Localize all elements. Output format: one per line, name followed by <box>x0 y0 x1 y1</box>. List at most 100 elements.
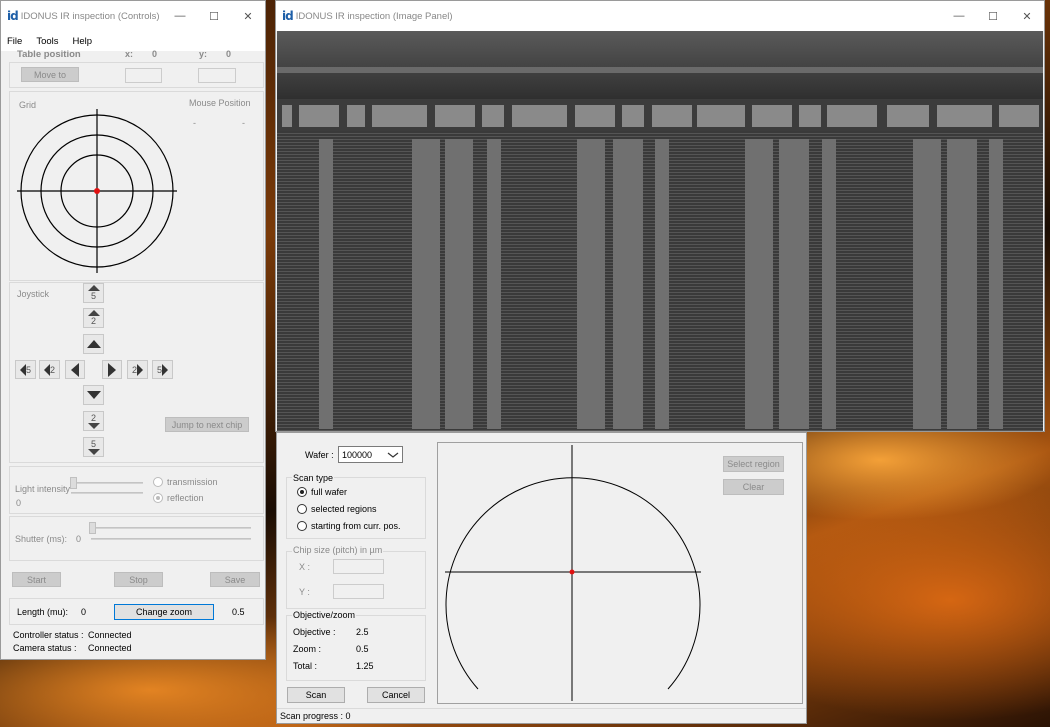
light-intensity-value: 0 <box>16 498 22 508</box>
menu-bar: File Tools Help <box>1 31 265 51</box>
chevron-down-icon <box>387 452 399 458</box>
change-zoom-button[interactable]: Change zoom <box>114 604 214 620</box>
arrow-right-icon <box>108 362 116 377</box>
x-label: x: <box>125 49 134 59</box>
chip-x-label: X : <box>299 562 311 572</box>
move-x-input[interactable] <box>125 68 162 83</box>
shutter-track-lower <box>91 538 251 540</box>
joystick-up-2-button[interactable]: 2 <box>83 308 104 328</box>
controller-status-value: Connected <box>88 630 132 640</box>
full-wafer-radio[interactable] <box>297 487 307 497</box>
step-2-text: 2 <box>49 364 55 375</box>
maximize-button[interactable]: ☐ <box>976 1 1010 31</box>
starting-from-curr-pos-radio[interactable] <box>297 521 307 531</box>
save-button[interactable]: Save <box>210 572 260 587</box>
move-to-button[interactable]: Move to <box>21 67 79 82</box>
joystick-down-button[interactable] <box>83 385 104 405</box>
chip-x-input[interactable] <box>333 559 384 574</box>
idonus-logo-icon: id <box>282 9 294 23</box>
wafer-map[interactable] <box>438 443 708 703</box>
joystick-left-button[interactable] <box>65 360 85 379</box>
chip-size-label: Chip size (pitch) in µm <box>292 545 384 555</box>
joystick-down-2-button[interactable]: 2 <box>83 411 104 431</box>
arrow-right-icon <box>137 363 143 376</box>
light-intensity-label: Light intensity <box>15 484 71 494</box>
joystick-up-5-button[interactable]: 5 <box>83 283 104 303</box>
idonus-logo-icon: id <box>7 9 19 23</box>
transmission-label: transmission <box>167 477 218 487</box>
menu-tools[interactable]: Tools <box>36 36 58 47</box>
joystick-down-5-button[interactable]: 5 <box>83 437 104 457</box>
menu-file[interactable]: File <box>7 36 22 47</box>
scan-status-bar: Scan progress : 0 <box>277 708 806 723</box>
arrow-right-icon <box>162 363 168 376</box>
shutter-track[interactable] <box>91 527 251 529</box>
controls-titlebar[interactable]: id IDONUS IR inspection (Controls) — ☐ ✕ <box>1 1 265 31</box>
select-region-button[interactable]: Select region <box>723 456 784 472</box>
joystick-right-2-button[interactable]: 2 <box>127 360 148 379</box>
x-value: 0 <box>152 49 158 59</box>
light-intensity-track[interactable] <box>71 482 143 484</box>
arrow-down-icon <box>86 391 101 399</box>
step-5-text: 5 <box>90 439 96 449</box>
mouse-position-label: Mouse Position <box>189 98 251 108</box>
joystick-left-5-button[interactable]: 5 <box>15 360 36 379</box>
joystick-label: Joystick <box>17 289 50 299</box>
total-value: 1.25 <box>356 661 374 671</box>
starting-from-curr-pos-label: starting from curr. pos. <box>311 521 401 531</box>
zoom-label: Zoom : <box>293 644 322 654</box>
image-panel-titlebar[interactable]: id IDONUS IR inspection (Image Panel) — … <box>276 1 1044 31</box>
full-wafer-label: full wafer <box>311 487 348 497</box>
selected-regions-radio[interactable] <box>297 504 307 514</box>
wafer-select-value: 100000 <box>342 449 373 460</box>
controller-status-label: Controller status : <box>13 630 84 640</box>
selected-regions-label: selected regions <box>311 504 377 514</box>
length-value: 0 <box>81 607 87 617</box>
menu-help[interactable]: Help <box>73 36 93 47</box>
objective-label: Objective : <box>293 627 336 637</box>
reflection-radio[interactable] <box>153 493 163 503</box>
cancel-button[interactable]: Cancel <box>367 687 425 703</box>
chip-y-input[interactable] <box>333 584 384 599</box>
jump-to-next-chip-button[interactable]: Jump to next chip <box>165 417 249 432</box>
step-5-text: 5 <box>90 291 96 301</box>
joystick-up-button[interactable] <box>83 334 104 354</box>
length-label: Length (mu): <box>17 607 69 617</box>
zoom-value: 0.5 <box>232 607 245 617</box>
clear-button[interactable]: Clear <box>723 479 784 495</box>
close-button[interactable]: ✕ <box>1010 1 1044 31</box>
ir-camera-image[interactable] <box>277 31 1043 431</box>
controls-window: id IDONUS IR inspection (Controls) — ☐ ✕… <box>0 0 266 660</box>
reflection-label: reflection <box>167 493 204 503</box>
minimize-button[interactable]: — <box>163 1 197 31</box>
step-2-text: 2 <box>90 413 96 423</box>
grid-target[interactable] <box>15 107 181 275</box>
start-button[interactable]: Start <box>12 572 61 587</box>
maximize-button[interactable]: ☐ <box>197 1 231 31</box>
minimize-button[interactable]: — <box>942 1 976 31</box>
move-y-input[interactable] <box>198 68 236 83</box>
controls-window-title: IDONUS IR inspection (Controls) <box>20 10 160 22</box>
mouse-position-y: - <box>242 118 245 128</box>
scan-button[interactable]: Scan <box>287 687 345 703</box>
joystick-left-2-button[interactable]: 2 <box>39 360 60 379</box>
scan-progress-text: Scan progress : 0 <box>280 711 351 721</box>
chip-y-label: Y : <box>299 587 310 597</box>
mouse-position-x: - <box>193 118 196 128</box>
transmission-radio[interactable] <box>153 477 163 487</box>
stop-button[interactable]: Stop <box>114 572 163 587</box>
objective-zoom-label: Objective/zoom <box>292 610 357 620</box>
joystick-right-button[interactable] <box>102 360 122 379</box>
image-panel-title: IDONUS IR inspection (Image Panel) <box>295 10 453 22</box>
zoom-value: 0.5 <box>356 644 369 654</box>
y-value: 0 <box>226 49 232 59</box>
joystick-right-5-button[interactable]: 5 <box>152 360 173 379</box>
light-intensity-slider[interactable] <box>70 477 77 489</box>
arrow-left-icon <box>71 362 79 377</box>
camera-status-value: Connected <box>88 643 132 653</box>
arrow-down-icon <box>87 449 100 455</box>
shutter-slider[interactable] <box>89 522 96 534</box>
total-label: Total : <box>293 661 318 671</box>
wafer-select[interactable]: 100000 <box>338 446 403 463</box>
close-button[interactable]: ✕ <box>231 1 265 31</box>
